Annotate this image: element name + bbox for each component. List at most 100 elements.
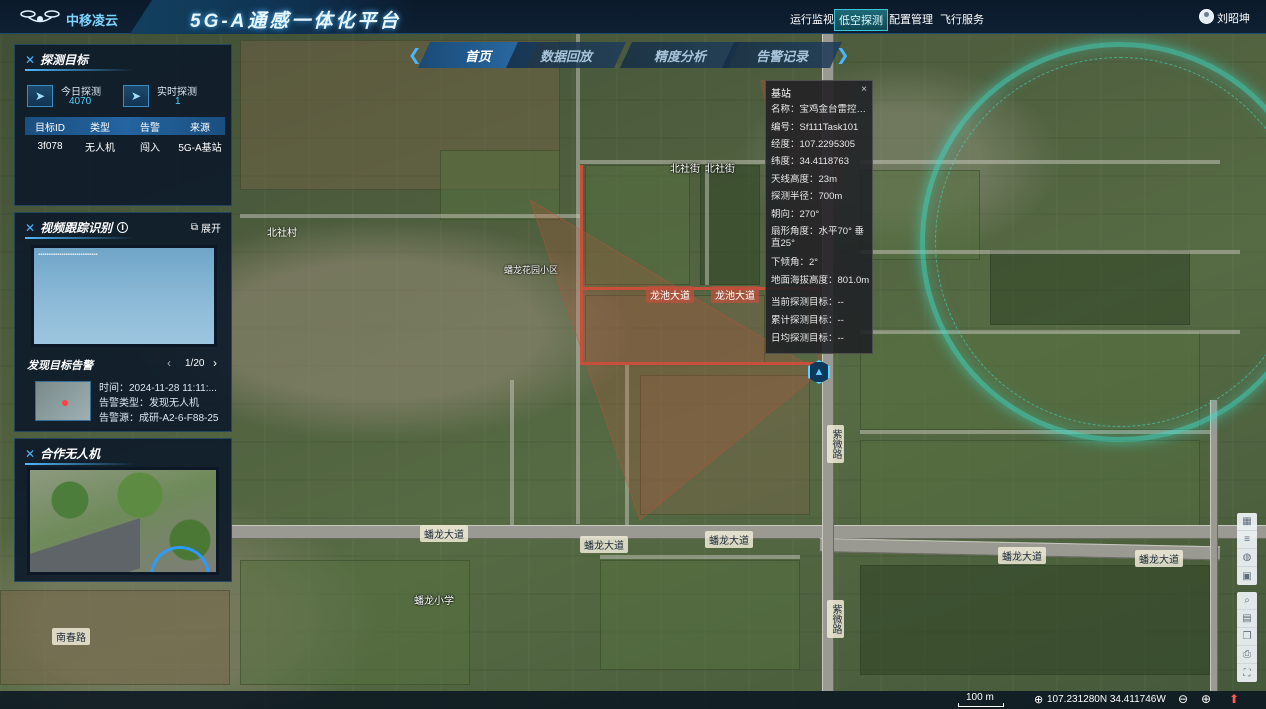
detect-panel-title: 探测目标 [40,53,89,67]
drone-view-arc [150,546,210,572]
alarm-time: 时间：2024-11-28 11:11:... [99,383,217,394]
print-icon[interactable]: ⎙ [1237,646,1257,664]
tab-alarm-records[interactable]: 告警记录 [722,42,842,68]
drone-x-icon: ✕ [25,220,36,235]
col-source: 来源 [190,122,210,134]
scale-bar [958,703,1004,707]
cell-alarm: 闯入 [140,142,160,154]
alarm-type: 告警类型：发现无人机 [99,398,199,409]
today-detect-value: 4070 [69,96,92,107]
map-tools-group: ▦ ≡ ◍ ▣ [1237,513,1257,585]
panel-title: ✕ 探测目标 [25,51,88,68]
map-label-panlong: 蟠龙大道 [420,525,468,542]
popup-heading: 朝向：270° [771,209,820,220]
zoom-out-icon[interactable]: ⊖ [1178,692,1188,706]
col-type: 类型 [90,122,110,134]
map-label-panlong: 蟠龙大道 [998,547,1046,564]
video-player[interactable]: ▪▪▪▪▪▪▪▪▪▪▪▪▪▪▪▪▪▪▪▪▪▪▪▪▪▪▪▪ [31,245,217,347]
alarm-source: 告警源：成研-A2-6-F88-25 [99,413,219,424]
copy-icon[interactable]: ❐ [1237,628,1257,646]
map-tools-group: ⌕ ▤ ❐ ⎙ ⛶ [1237,592,1257,682]
user-avatar-icon[interactable] [1199,9,1214,24]
cell-type: 无人机 [85,142,115,154]
popup-tilt: 下倾角：2° [771,257,819,268]
drone-camera-view[interactable] [27,467,219,575]
map-label-apartments: 蟠龙花园小区 [504,265,559,275]
zoom-in-icon[interactable]: ⊕ [1201,692,1211,706]
scale-label: 100 m [966,692,994,703]
cell-source: 5G-A基站 [178,142,222,154]
tab-data-playback[interactable]: 数据回放 [506,42,626,68]
info-icon[interactable]: i [117,222,129,233]
nav-run-monitor[interactable]: 运行监视 [786,9,838,29]
expand-label: 展开 [201,224,221,235]
popup-total-targets: 累计探测目标：-- [771,315,844,326]
popup-altitude: 地面海拔高度：801.0m [771,275,870,286]
table-row[interactable]: 3f078 无人机 闯入 5G-A基站 [25,137,225,155]
compass-icon[interactable]: ⬆ [1229,692,1239,706]
map-label-nanchun: 南春路 [52,628,90,645]
drone-x-icon: ✕ [25,446,36,461]
pager-text: 1/20 [185,358,205,369]
video-panel-title: 视频跟踪识别 [40,221,113,235]
map-label-ziwei: 紫微路 [827,600,844,638]
map-icon[interactable]: ▣ [1237,567,1257,585]
video-tracking-panel: ✕ 视频跟踪识别 i ⧉ 展开 ▪▪▪▪▪▪▪▪▪▪▪▪▪▪▪▪▪▪▪▪▪▪▪▪… [14,212,232,432]
popup-current-targets: 当前探测目标：-- [771,297,844,308]
drone-panel-title: 合作无人机 [40,447,101,461]
map-label-north-village: 北社村 [267,228,297,239]
measure-icon[interactable]: ▤ [1237,610,1257,628]
popup-name: 名称：宝鸡金台雷控智... [771,104,871,115]
layers-icon[interactable]: ≡ [1237,531,1257,549]
map-label-panlong: 蟠龙大道 [580,536,628,553]
popup-latitude: 纬度：34.4118763 [771,156,849,167]
grid-icon[interactable]: ▦ [1237,513,1257,531]
fullscreen-icon[interactable]: ⛶ [1237,664,1257,682]
col-alarm: 告警 [140,122,160,134]
popup-detect-radius: 探测半径：700m [771,191,843,202]
nav-flight-service[interactable]: 飞行服务 [936,9,988,29]
cell-target-id: 3f078 [37,140,63,152]
expand-button[interactable]: ⧉ 展开 [191,220,221,235]
tab-accuracy-analysis[interactable]: 精度分析 [620,42,740,68]
search-icon[interactable]: ⌕ [1237,592,1257,610]
popup-sector-angle: 扇形角度：水平70° 垂直25° [771,226,865,249]
top-header: 中移凌云 5G-A通感一体化平台 运行监视 低空探测 配置管理 飞行服务 刘昭坤 [0,0,1266,34]
panel-title: ✕ 合作无人机 [25,445,100,462]
map-label-longchi: 龙池大道 [646,286,694,303]
pager-prev-button[interactable]: ‹ [167,356,171,370]
nav-config-management[interactable]: 配置管理 [885,9,937,29]
map-label-north-street: 北社街 [670,164,700,175]
popup-longitude: 经度：107.2295305 [771,139,855,150]
target-table-header: 目标ID 类型 告警 来源 [25,117,225,135]
title-underline [25,237,135,239]
video-caption: ▪▪▪▪▪▪▪▪▪▪▪▪▪▪▪▪▪▪▪▪▪▪▪▪▪▪▪▪ [38,252,98,258]
map-label-panlong: 蟠龙大道 [705,531,753,548]
popup-daily-targets: 日均探测目标：-- [771,333,844,344]
map-label-panlong: 蟠龙大道 [1135,550,1183,567]
map-label-north-street: 北社街 [705,164,735,175]
nav-low-altitude-detection[interactable]: 低空探测 [834,9,888,31]
coordinate-readout: 107.231280N 34.411746W [1047,694,1166,705]
chevron-left-icon: ❮ [408,47,422,64]
title-underline [25,69,135,71]
user-name[interactable]: 刘昭坤 [1217,10,1250,26]
alarm-thumbnail[interactable] [35,381,91,421]
pager-next-button[interactable]: › [213,356,217,370]
col-target-id: 目标ID [35,122,65,134]
detect-target-panel: ✕ 探测目标 ➤ 今日探测 4070 ➤ 实时探测 1 目标ID 类型 告警 来… [14,44,232,206]
map-label-school: 蟠龙小学 [414,596,454,607]
popup-antenna-height: 天线高度：23m [771,174,837,185]
close-icon[interactable]: × [861,84,867,95]
popup-title: 基站 [771,89,791,100]
chevron-right-icon: ❯ [836,47,850,64]
map-label-ziwei: 紫微路 [827,425,844,463]
drone-x-icon: ✕ [25,52,36,67]
cooperative-drone-panel: ✕ 合作无人机 [14,438,232,582]
platform-title: 5G-A通感一体化平台 [190,11,402,32]
expand-icon: ⧉ [190,222,198,233]
map-label-longchi: 龙池大道 [711,286,759,303]
alarm-title: 发现目标告警 [27,360,93,372]
popup-code: 编号：Sf111Task101 [771,122,859,133]
globe-icon[interactable]: ◍ [1237,549,1257,567]
